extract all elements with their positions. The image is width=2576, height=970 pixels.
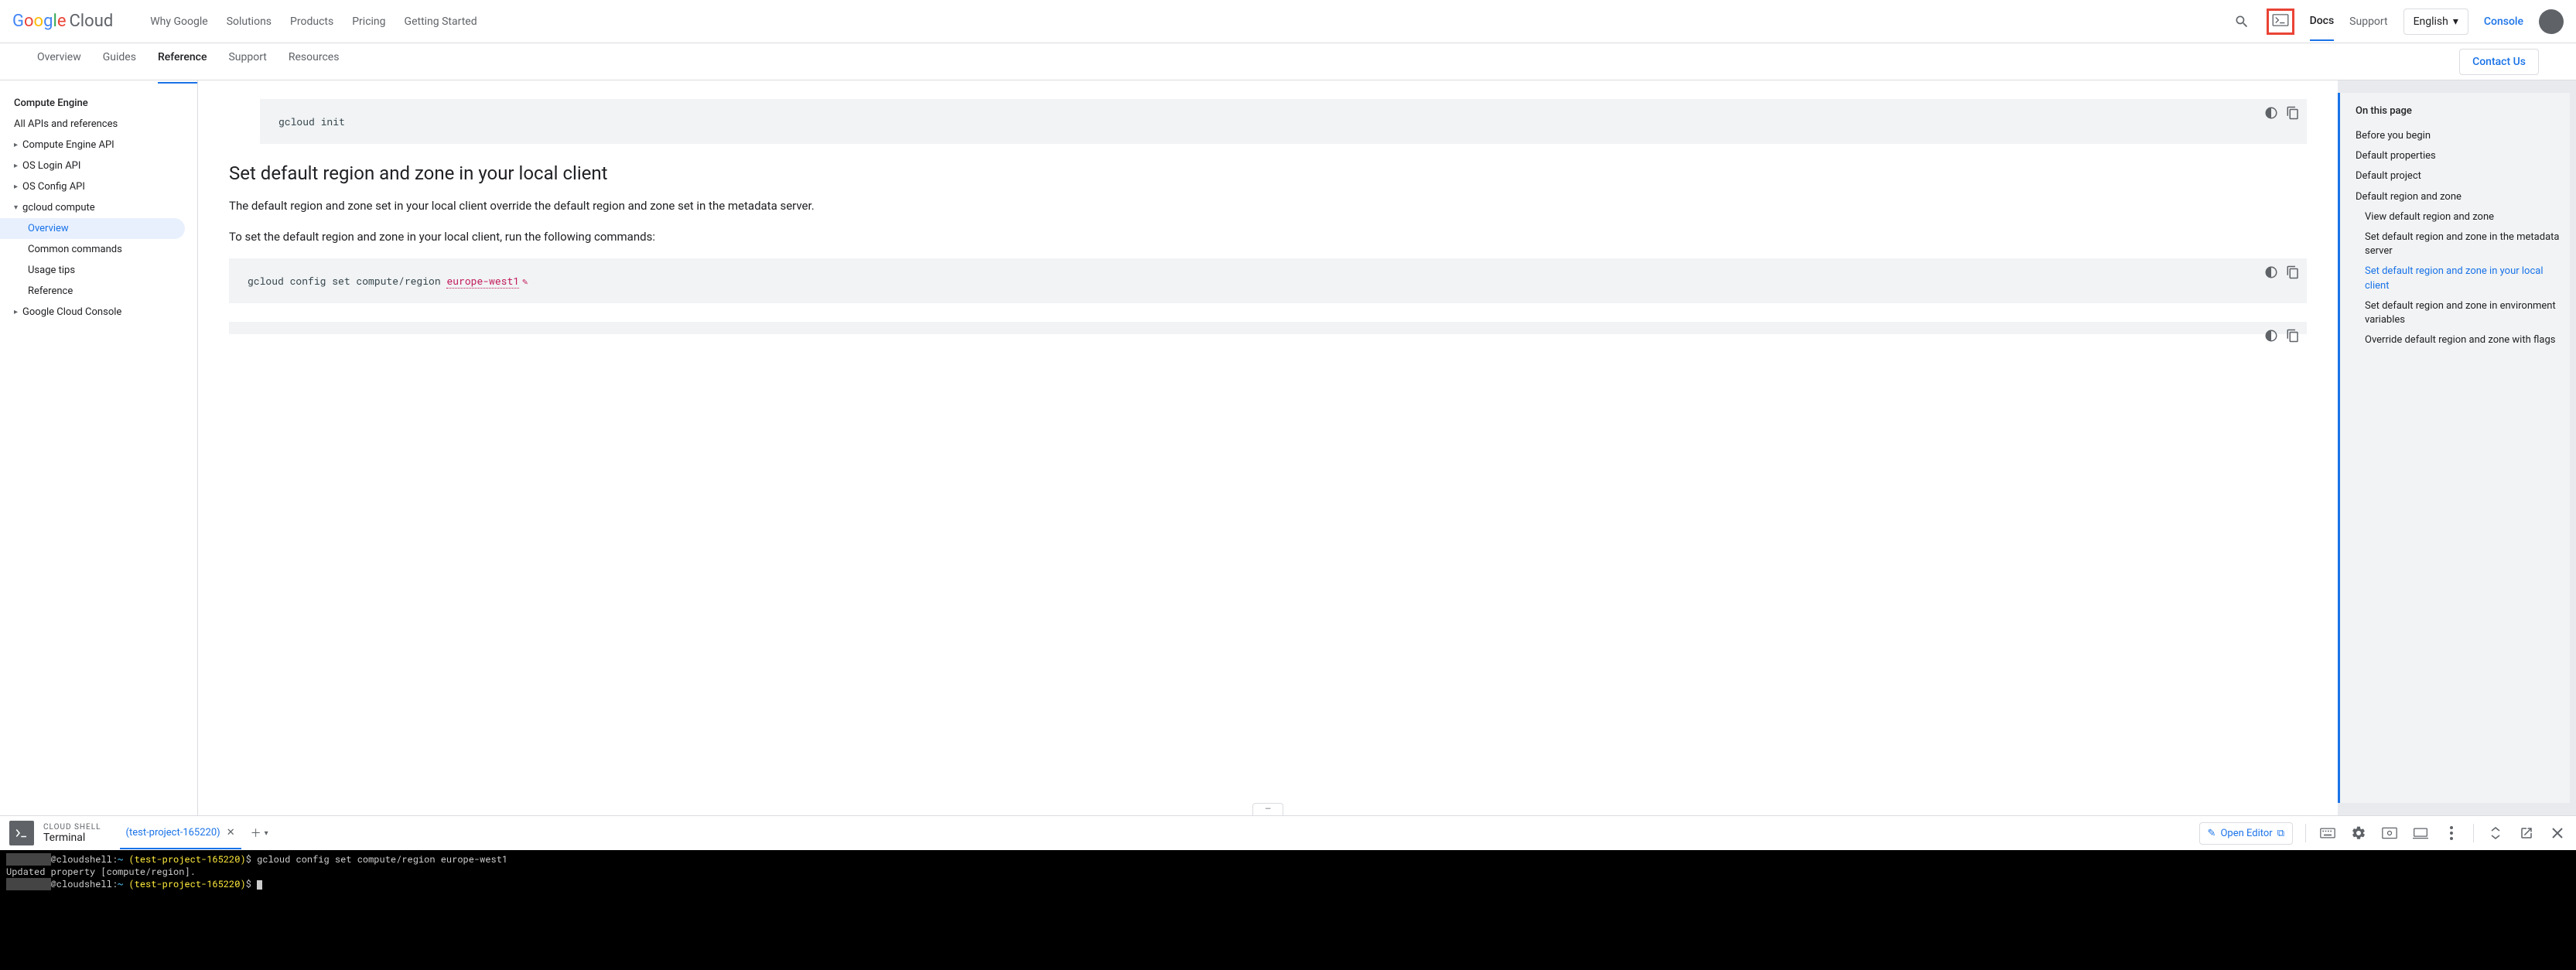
nav-why-google[interactable]: Why Google bbox=[150, 15, 207, 28]
shell-brand-small: CLOUD SHELL bbox=[43, 823, 101, 832]
toc-item[interactable]: Before you begin bbox=[2352, 126, 2570, 146]
toc-item[interactable]: Default project bbox=[2352, 166, 2570, 186]
edit-icon: ✎ bbox=[2208, 828, 2216, 839]
toc-item[interactable]: Set default region and zone in your loca… bbox=[2352, 261, 2570, 295]
section-heading: Set default region and zone in your loca… bbox=[229, 162, 2307, 184]
terminal-line: @cloudshell:~ (test-project-165220)$ bbox=[6, 878, 2570, 890]
sidebar-item[interactable]: Reference bbox=[0, 281, 197, 302]
cloud-shell-icon-highlighted[interactable] bbox=[2267, 9, 2294, 35]
top-nav: Why Google Solutions Products Pricing Ge… bbox=[150, 15, 477, 28]
copy-icon[interactable] bbox=[2285, 328, 2301, 343]
shell-title-group: CLOUD SHELL Terminal bbox=[43, 823, 101, 844]
cloud-shell-panel: CLOUD SHELL Terminal (test-project-16522… bbox=[0, 815, 2576, 970]
code-block-gcloud-init: gcloud init bbox=[260, 99, 2307, 144]
tab-overview[interactable]: Overview bbox=[37, 51, 81, 73]
nav-solutions[interactable]: Solutions bbox=[227, 15, 272, 28]
search-icon[interactable] bbox=[2233, 12, 2251, 31]
shell-terminal[interactable]: @cloudshell:~ (test-project-165220)$ gcl… bbox=[0, 850, 2576, 970]
device-icon[interactable] bbox=[2411, 824, 2430, 842]
para-override: The default region and zone set in your … bbox=[229, 196, 2307, 215]
open-external-icon: ⧉ bbox=[2277, 828, 2284, 839]
close-icon[interactable] bbox=[2548, 824, 2567, 842]
shell-brand-title: Terminal bbox=[43, 832, 101, 844]
support-link[interactable]: Support bbox=[2349, 15, 2387, 28]
sub-header: Overview Guides Reference Support Resour… bbox=[0, 43, 2576, 80]
toc-item[interactable]: View default region and zone bbox=[2352, 207, 2570, 227]
tab-resources[interactable]: Resources bbox=[289, 51, 340, 73]
plus-icon: ＋ bbox=[251, 825, 261, 841]
toc-title: On this page bbox=[2352, 105, 2570, 117]
code-block-next-partial bbox=[229, 322, 2307, 334]
sidebar-item[interactable]: All APIs and references bbox=[0, 114, 197, 135]
shell-right: ✎ Open Editor ⧉ bbox=[2199, 822, 2567, 845]
tab-reference[interactable]: Reference bbox=[158, 51, 207, 84]
code-text-prefix: gcloud config set compute/region bbox=[248, 274, 446, 288]
more-icon[interactable] bbox=[2442, 824, 2461, 842]
console-link[interactable]: Console bbox=[2484, 15, 2523, 28]
sidebar-item[interactable]: OS Login API bbox=[0, 155, 197, 176]
content-main[interactable]: gcloud init Set default region and zone … bbox=[198, 80, 2338, 815]
google-cloud-logo[interactable]: Google Cloud bbox=[12, 12, 113, 31]
para-instruction: To set the default region and zone in yo… bbox=[229, 227, 2307, 246]
divider bbox=[2305, 824, 2306, 842]
chevron-down-icon: ▾ bbox=[265, 829, 268, 838]
content-wrap: gcloud init Set default region and zone … bbox=[198, 80, 2576, 815]
top-header: Google Cloud Why Google Solutions Produc… bbox=[0, 0, 2576, 43]
sidebar-item[interactable]: Google Cloud Console bbox=[0, 302, 197, 323]
sidebar-item[interactable]: Usage tips bbox=[0, 260, 197, 281]
sidebar-item[interactable]: Common commands bbox=[0, 239, 197, 260]
sidebar-item[interactable]: Overview bbox=[0, 218, 185, 239]
nav-products[interactable]: Products bbox=[290, 15, 333, 28]
sidebar-item[interactable]: OS Config API bbox=[0, 176, 197, 197]
open-editor-button[interactable]: ✎ Open Editor ⧉ bbox=[2199, 822, 2293, 845]
sub-nav: Overview Guides Reference Support Resour… bbox=[37, 51, 339, 73]
web-preview-icon[interactable] bbox=[2380, 824, 2399, 842]
close-icon[interactable]: ✕ bbox=[227, 827, 235, 839]
toc-item[interactable]: Default region and zone bbox=[2352, 187, 2570, 207]
copy-icon[interactable] bbox=[2285, 105, 2301, 121]
right-toc: On this page Before you beginDefault pro… bbox=[2338, 93, 2570, 803]
toc-item[interactable]: Set default region and zone in environme… bbox=[2352, 296, 2570, 330]
toc-item[interactable]: Set default region and zone in the metad… bbox=[2352, 227, 2570, 261]
left-sidebar[interactable]: Compute EngineAll APIs and referencesCom… bbox=[0, 80, 198, 815]
sidebar-item[interactable]: Compute Engine bbox=[0, 93, 197, 114]
chevron-down-icon: ▾ bbox=[2453, 15, 2458, 28]
gear-icon[interactable] bbox=[2349, 824, 2368, 842]
theme-icon[interactable] bbox=[2263, 328, 2279, 343]
drawer-handle[interactable]: — bbox=[1252, 803, 1283, 815]
header-right: Docs Support English ▾ Console bbox=[2233, 9, 2564, 35]
main-layout: Compute EngineAll APIs and referencesCom… bbox=[0, 80, 2576, 815]
keyboard-icon[interactable] bbox=[2318, 824, 2337, 842]
divider bbox=[2473, 824, 2474, 842]
docs-link[interactable]: Docs bbox=[2310, 15, 2335, 41]
toc-item[interactable]: Default properties bbox=[2352, 146, 2570, 166]
edit-icon[interactable]: ✎ bbox=[522, 275, 528, 288]
code-variable[interactable]: europe-west1 bbox=[446, 274, 519, 289]
add-tab-button[interactable]: ＋ ▾ bbox=[251, 825, 268, 841]
minimize-icon[interactable] bbox=[2486, 824, 2505, 842]
code-block-set-region: gcloud config set compute/region europe-… bbox=[229, 258, 2307, 303]
copy-icon[interactable] bbox=[2285, 265, 2301, 280]
language-selector[interactable]: English ▾ bbox=[2403, 9, 2468, 35]
theme-icon[interactable] bbox=[2263, 105, 2279, 121]
theme-icon[interactable] bbox=[2263, 265, 2279, 280]
shell-tab[interactable]: (test-project-165220) ✕ bbox=[120, 818, 241, 849]
shell-tab-label: (test-project-165220) bbox=[126, 827, 220, 839]
terminal-line: Updated property [compute/region]. bbox=[6, 866, 2570, 878]
shell-header: CLOUD SHELL Terminal (test-project-16522… bbox=[0, 816, 2576, 850]
sidebar-item[interactable]: gcloud compute bbox=[0, 197, 197, 218]
avatar[interactable] bbox=[2539, 9, 2564, 34]
nav-pricing[interactable]: Pricing bbox=[352, 15, 385, 28]
terminal-line: @cloudshell:~ (test-project-165220)$ gcl… bbox=[6, 853, 2570, 866]
tab-guides[interactable]: Guides bbox=[103, 51, 136, 73]
shell-brand-icon[interactable] bbox=[9, 821, 34, 845]
tab-support[interactable]: Support bbox=[228, 51, 266, 73]
contact-us-button[interactable]: Contact Us bbox=[2459, 49, 2539, 75]
sidebar-item[interactable]: Compute Engine API bbox=[0, 135, 197, 155]
code-text: gcloud init bbox=[278, 114, 345, 128]
toc-item[interactable]: Override default region and zone with fl… bbox=[2352, 330, 2570, 350]
open-new-window-icon[interactable] bbox=[2517, 824, 2536, 842]
nav-getting-started[interactable]: Getting Started bbox=[405, 15, 477, 28]
